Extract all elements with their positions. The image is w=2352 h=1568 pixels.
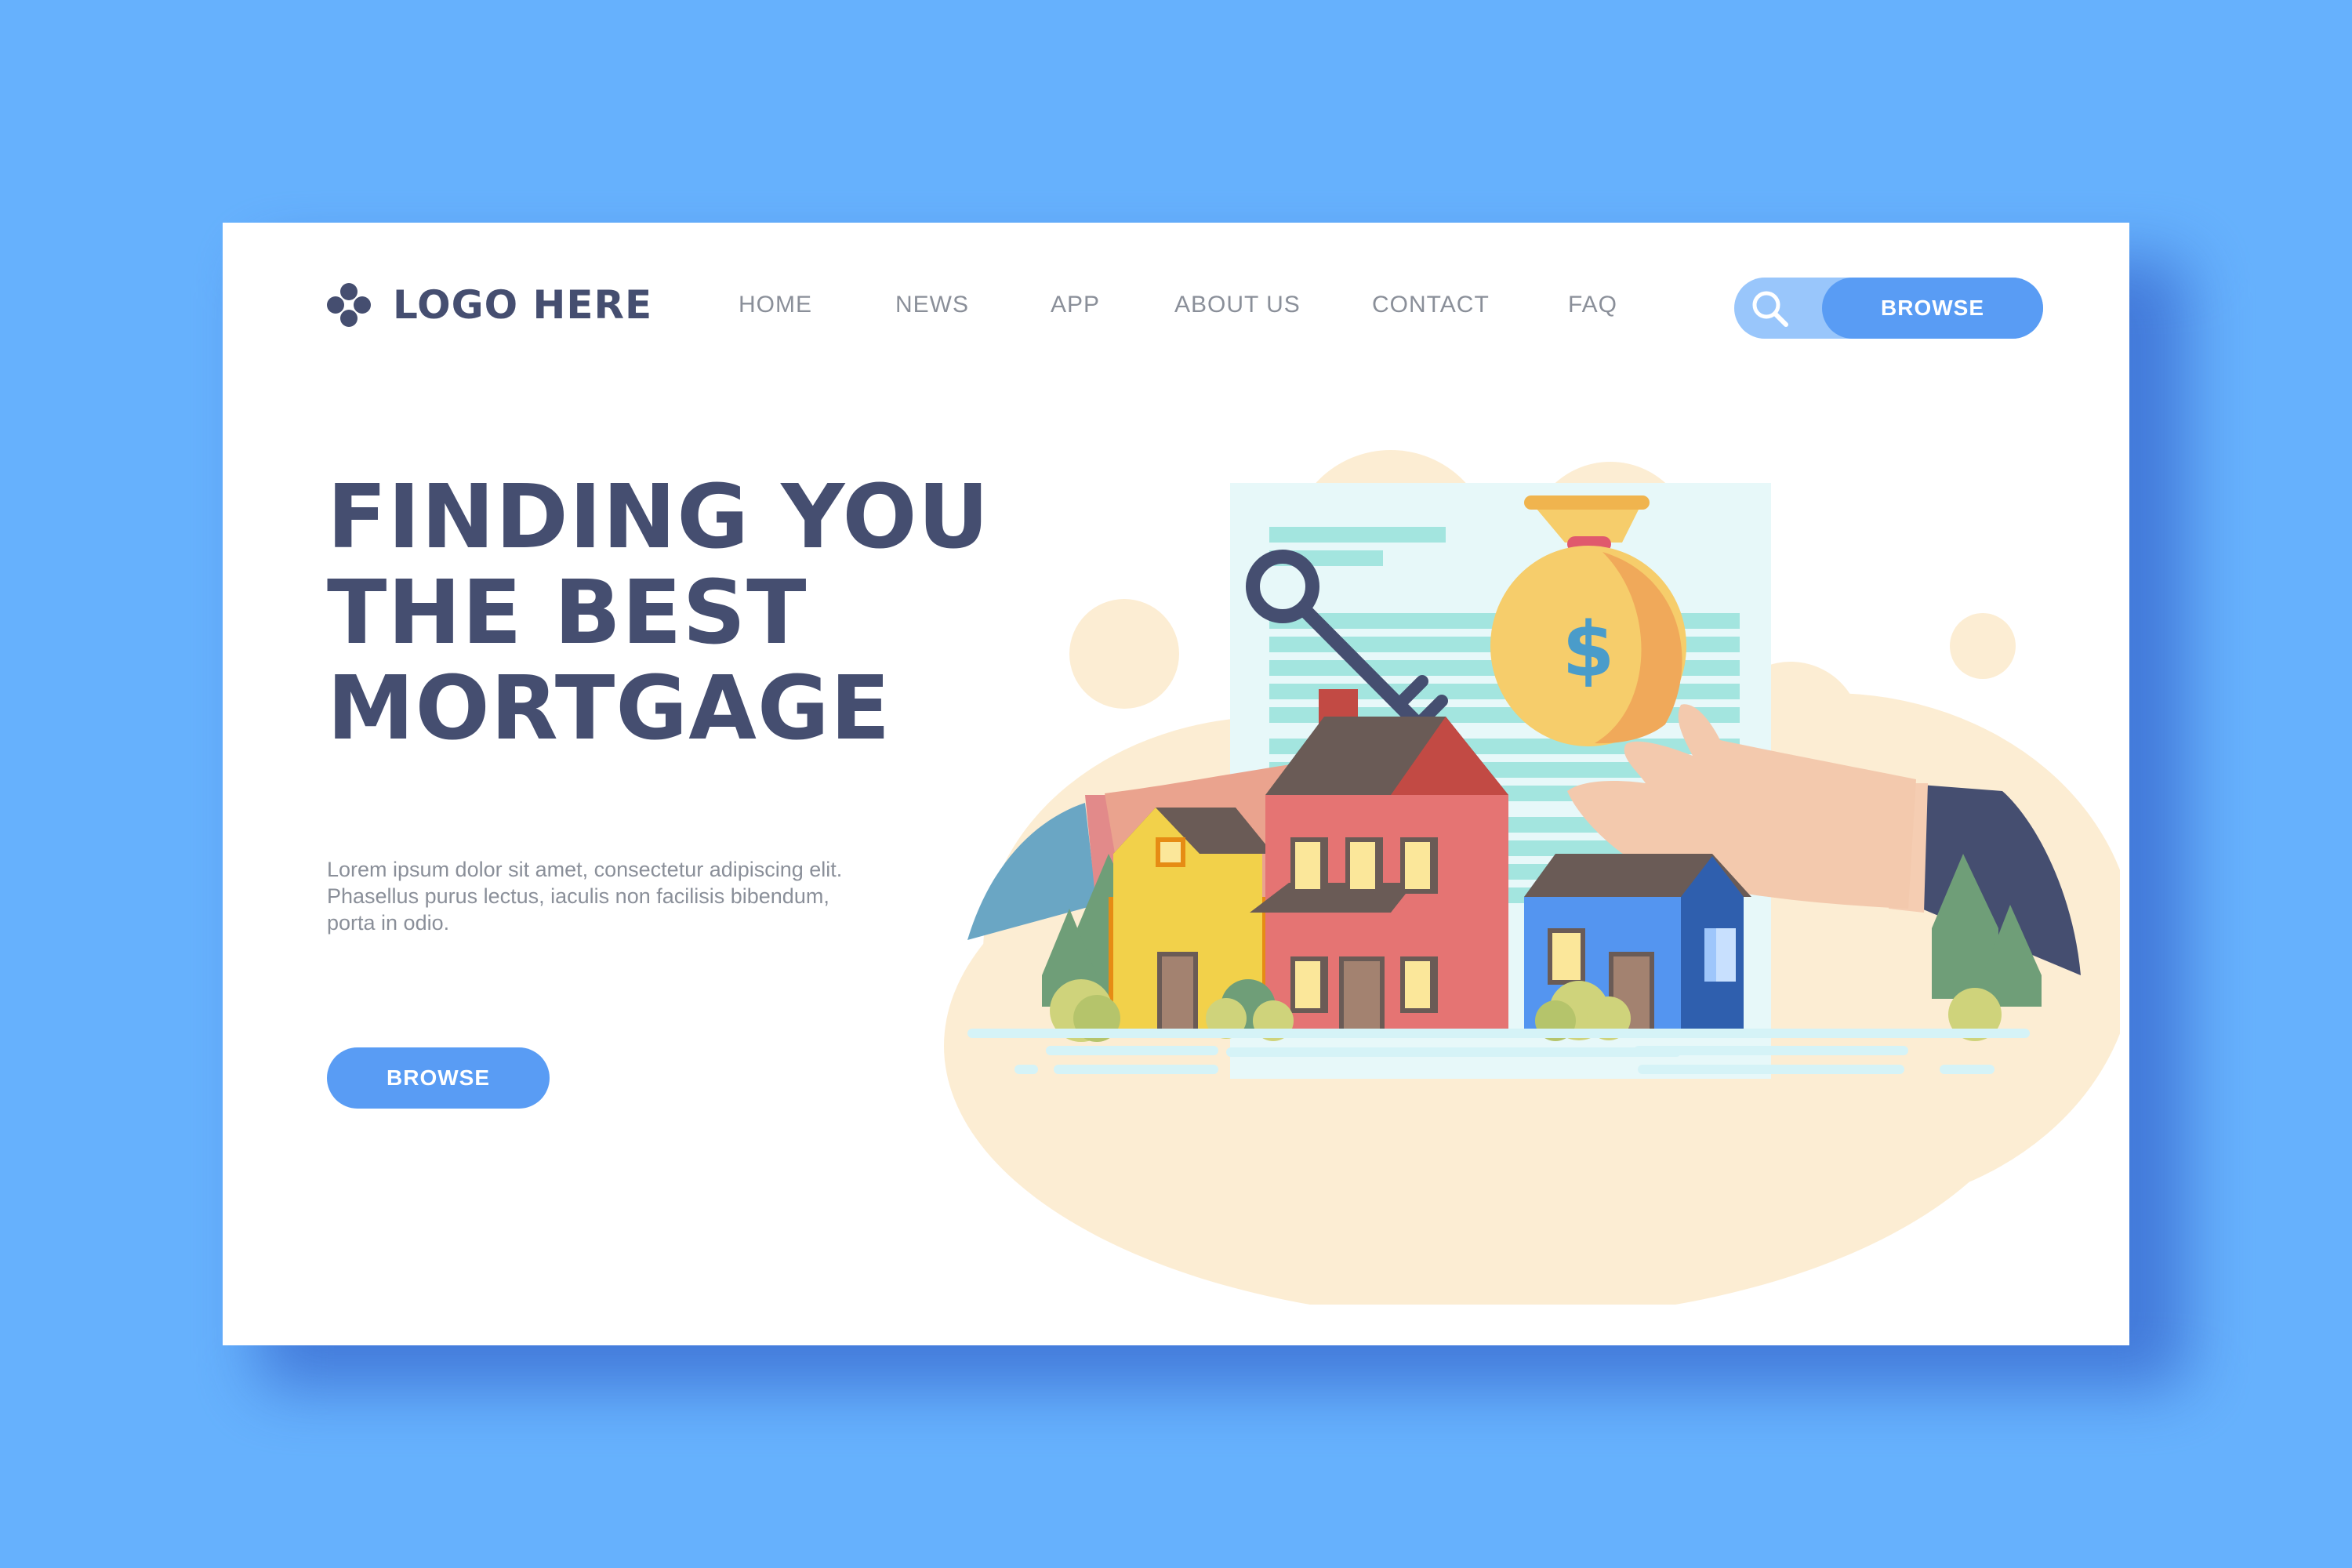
nav-item-app[interactable]: APP [1051, 292, 1100, 318]
dollar-sign: $ [1563, 606, 1615, 694]
description-line: porta in odio. [327, 911, 450, 935]
header-browse-button[interactable]: BROWSE [1822, 278, 2043, 339]
search-icon[interactable] [1747, 285, 1794, 332]
nav-item-contact[interactable]: CONTACT [1372, 292, 1490, 318]
nav-item-home[interactable]: HOME [739, 292, 812, 318]
logo-text: LOGO HERE [393, 282, 653, 328]
hero-description: Lorem ipsum dolor sit amet, consectetur … [327, 856, 938, 936]
search-bar[interactable]: BROWSE [1734, 278, 2043, 339]
description-line: Lorem ipsum dolor sit amet, consectetur … [327, 858, 843, 881]
hero-browse-button[interactable]: BROWSE [327, 1047, 550, 1109]
landing-page-card: LOGO HERE HOME NEWS APP ABOUT US CONTACT… [223, 223, 2129, 1345]
mortgage-illustration: $ [944, 450, 2120, 1305]
description-line: Phasellus purus lectus, iaculis non faci… [327, 884, 829, 908]
logo[interactable]: LOGO HERE [327, 278, 652, 332]
nav-item-about-us[interactable]: ABOUT US [1174, 292, 1301, 318]
four-dot-logo-icon [327, 283, 371, 327]
nav-item-news[interactable]: NEWS [895, 292, 969, 318]
nav-item-faq[interactable]: FAQ [1568, 292, 1617, 318]
